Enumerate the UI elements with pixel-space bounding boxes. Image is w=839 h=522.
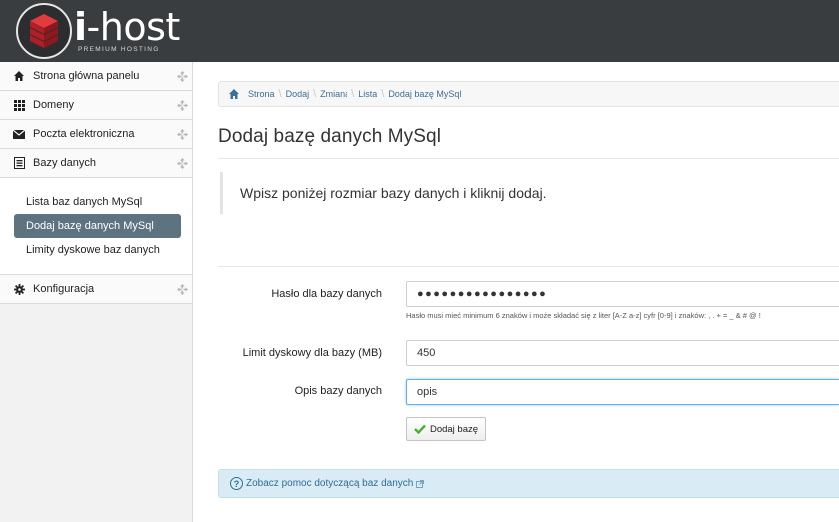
- top-header: i-host PREMIUM HOSTING: [0, 0, 839, 62]
- sidebar-item-databases[interactable]: Bazy danych: [0, 149, 192, 178]
- add-database-button-label: Dodaj bazę: [429, 423, 479, 435]
- breadcrumb-separator: \: [381, 88, 385, 100]
- sidebar-item-domains[interactable]: Domeny: [0, 91, 192, 120]
- breadcrumb-separator: \: [313, 88, 317, 100]
- breadcrumb-item[interactable]: Strona: [248, 89, 275, 99]
- move-arrows-icon: [177, 100, 188, 111]
- description-field[interactable]: opis: [406, 379, 839, 405]
- breadcrumb-item[interactable]: Zmiana: [320, 89, 347, 99]
- breadcrumb-item[interactable]: Lista: [358, 89, 377, 99]
- description-label: Opis bazy danych: [294, 385, 382, 397]
- move-arrows-icon: [177, 129, 188, 140]
- move-arrows-icon: [177, 158, 188, 169]
- sidebar-item-email[interactable]: Poczta elektroniczna: [0, 120, 192, 149]
- info-message: Wpisz poniżej rozmiar bazy danych i klik…: [220, 172, 839, 214]
- disk-limit-label: Limit dyskowy dla bazy (MB): [242, 347, 382, 359]
- sidebar-item-home[interactable]: Strona główna panelu: [0, 62, 192, 91]
- add-database-button[interactable]: Dodaj bazę: [406, 417, 486, 441]
- password-label: Hasło dla bazy danych: [271, 288, 382, 300]
- logo-cube-icon: [16, 3, 72, 59]
- disk-limit-field[interactable]: 450: [406, 340, 839, 366]
- move-arrows-icon: [177, 284, 188, 295]
- check-icon: [414, 424, 426, 434]
- title-divider: [218, 158, 839, 159]
- sidebar-item-label: Domeny: [33, 99, 74, 111]
- breadcrumb: Strona \ Dodaj \ Zmiana \ Lista \ Dodaj …: [218, 81, 839, 107]
- logo-subtitle: PREMIUM HOSTING: [78, 46, 160, 53]
- external-link-icon: [416, 479, 425, 488]
- page-title: Dodaj bazę danych MySql: [218, 126, 442, 147]
- form-divider: [218, 266, 839, 267]
- home-icon: [13, 70, 25, 82]
- move-arrows-icon: [177, 71, 188, 82]
- sidebar-item-label: Poczta elektroniczna: [33, 128, 135, 140]
- submenu-item-disk-limits[interactable]: Limity dyskowe baz danych: [14, 238, 180, 262]
- breadcrumb-item[interactable]: Dodaj: [286, 89, 310, 99]
- breadcrumb-separator: \: [278, 88, 282, 100]
- breadcrumb-separator: \: [351, 88, 355, 100]
- list-icon: [13, 157, 25, 169]
- databases-submenu: Lista baz danych MySql Dodaj bazę danych…: [0, 178, 192, 275]
- sidebar-item-label: Konfiguracja: [33, 283, 95, 295]
- main-content: Strona \ Dodaj \ Zmiana \ Lista \ Dodaj …: [218, 62, 839, 522]
- sidebar-item-label: Bazy danych: [33, 157, 96, 169]
- sidebar-item-label: Strona główna panelu: [33, 70, 140, 82]
- submenu-item-add-database[interactable]: Dodaj bazę danych MySql: [14, 214, 181, 238]
- help-link-bar[interactable]: ? Zobacz pomoc dotyczącą baz danych: [218, 469, 839, 498]
- envelope-icon: [13, 128, 25, 140]
- grid-icon: [13, 99, 25, 111]
- breadcrumb-current[interactable]: Dodaj bazę MySql: [388, 89, 461, 99]
- logo-title: i-host: [74, 5, 180, 49]
- home-icon[interactable]: [228, 88, 240, 100]
- password-field[interactable]: ●●●●●●●●●●●●●●●●: [406, 281, 839, 307]
- gear-icon: [13, 283, 25, 295]
- logo[interactable]: i-host PREMIUM HOSTING: [16, 2, 180, 60]
- submenu-item-list-databases[interactable]: Lista baz danych MySql: [14, 190, 180, 214]
- help-link[interactable]: Zobacz pomoc dotyczącą baz danych: [246, 478, 413, 489]
- password-help-text: Hasło musi mieć minimum 6 znaków i może …: [406, 311, 761, 320]
- sidebar-item-config[interactable]: Konfiguracja: [0, 275, 192, 304]
- question-icon: ?: [230, 477, 243, 490]
- sidebar: Strona główna panelu Domeny Poczta elekt…: [0, 62, 193, 522]
